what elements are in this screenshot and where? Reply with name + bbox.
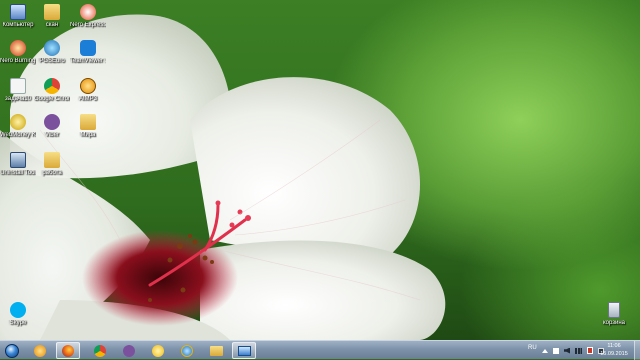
skype-icon <box>10 302 26 318</box>
aimp-icon <box>80 78 96 94</box>
folder-icon <box>80 114 96 130</box>
battery-icon[interactable] <box>587 347 593 354</box>
viber-icon <box>123 344 135 357</box>
clock[interactable]: 11:06 15.09.2015 <box>596 342 632 358</box>
taskbar-chrome[interactable] <box>88 342 112 359</box>
viber-icon <box>44 114 60 130</box>
taskbar-viber[interactable] <box>117 342 141 359</box>
folder-icon <box>44 4 60 20</box>
explorer-icon <box>209 345 223 356</box>
desktop-icon-pgseuro[interactable]: PGSEuro <box>34 40 70 65</box>
show-hidden-icon[interactable] <box>542 348 548 353</box>
firefox-icon <box>62 344 74 357</box>
taskbar: RU 11:06 15.09.2015 <box>0 340 640 360</box>
desktop-icon-uninstall-tool[interactable]: Uninstall Tool <box>0 152 36 177</box>
desktop-icon-nero-burning-rom[interactable]: Nero Burning ROM <box>0 40 36 65</box>
webmoney-icon <box>10 114 26 130</box>
desktop-icon-nero-express[interactable]: Nero Express <box>70 4 106 29</box>
taskbar-firefox[interactable] <box>56 342 80 359</box>
computer-icon <box>10 4 26 20</box>
speaker-icon[interactable] <box>564 347 570 354</box>
text-file-icon <box>10 78 26 94</box>
desktop-icon-skype[interactable]: Skype <box>0 302 36 327</box>
desktop-icon-teamviewer[interactable]: TeamViewer 10 <box>70 40 106 65</box>
uninstall-tool-icon <box>10 152 26 168</box>
remote-desktop-icon <box>237 345 251 356</box>
taskbar-aimp[interactable] <box>28 342 52 359</box>
desktop-icon-mira-folder[interactable]: Мира <box>70 114 106 139</box>
start-orb-icon <box>5 343 19 358</box>
teamviewer-icon <box>80 40 96 56</box>
taskbar-explorer[interactable] <box>204 342 228 359</box>
network-icon[interactable] <box>575 347 582 354</box>
clock-date: 15.09.2015 <box>600 351 628 357</box>
desktop-icon-webmoney[interactable]: WebMoney Keeper Wi... <box>0 114 36 139</box>
desktop-icon-viber[interactable]: Viber <box>34 114 70 139</box>
chrome-icon <box>94 344 106 357</box>
language-indicator[interactable]: RU <box>528 345 537 351</box>
desktop-icon-computer[interactable]: Компьютер <box>0 4 36 29</box>
desktop-icon-google-chrome[interactable]: Google Chrome <box>34 78 70 103</box>
chrome-icon <box>44 78 60 94</box>
clock-time: 11:06 <box>607 343 621 349</box>
recycle-bin-icon <box>608 302 620 318</box>
nero-express-icon <box>80 4 96 20</box>
system-tray <box>542 341 604 360</box>
start-button[interactable] <box>1 342 23 359</box>
pgseuro-icon <box>44 40 60 56</box>
desktop-icon-work-folder[interactable]: работа <box>34 152 70 177</box>
desktop[interactable]: Компьютер скан Nero Express Nero Burning… <box>0 0 640 340</box>
flag-icon[interactable] <box>553 347 559 354</box>
messenger-icon <box>152 344 164 357</box>
nero-burning-rom-icon <box>10 40 26 56</box>
desktop-icon-task-file[interactable]: задача10 <box>0 78 36 103</box>
show-desktop-button[interactable] <box>634 341 640 360</box>
desktop-icon-aimp3[interactable]: AIMP3 <box>70 78 106 103</box>
aimp-icon <box>34 344 46 357</box>
taskbar-messenger[interactable] <box>146 342 170 359</box>
internet-explorer-icon <box>181 344 193 357</box>
folder-icon <box>44 152 60 168</box>
desktop-icon-scan-folder[interactable]: скан <box>34 4 70 29</box>
desktop-icon-recycle-bin[interactable]: корзина <box>596 302 632 327</box>
taskbar-internet-explorer[interactable] <box>175 342 199 359</box>
taskbar-remote-desktop[interactable] <box>232 342 256 359</box>
